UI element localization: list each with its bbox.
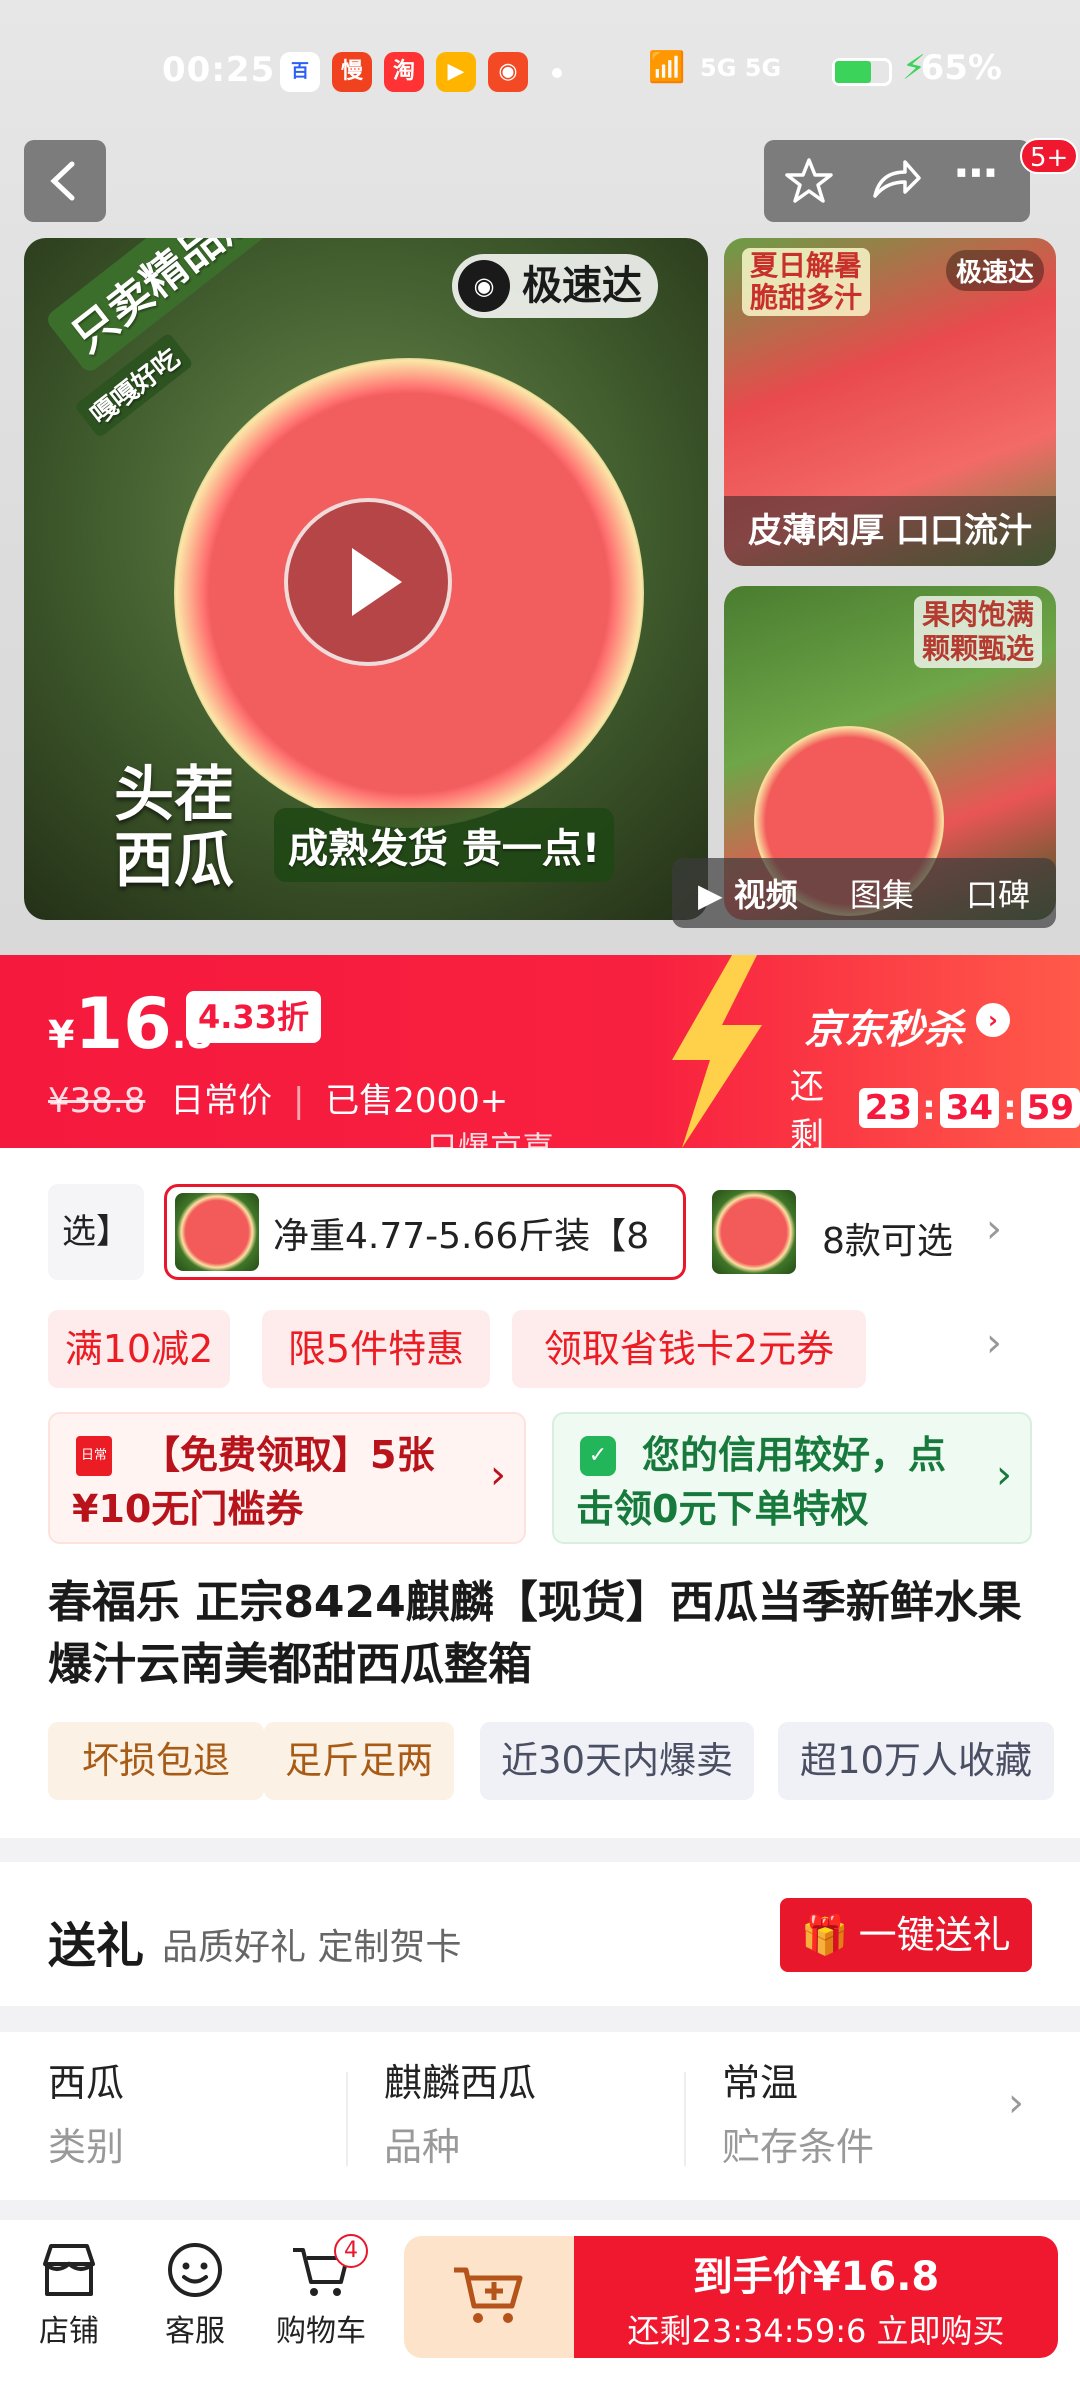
coupon-card[interactable]: 日常 【免费领取】5张¥10无门槛券 › [48, 1412, 526, 1544]
bottom-action-bar: 店铺 客服 购物车 4 到手价¥16.8 还剩23:34:59:6 立即购买 [0, 2220, 1080, 2400]
add-to-cart-button[interactable] [404, 2236, 578, 2358]
battery-level: 65% [920, 48, 1002, 88]
sold-count: 已售2000+ [325, 1081, 509, 1121]
media-title-left: 头茬 西瓜 [114, 760, 234, 896]
product-info-card: 选】 净重4.77-5.66斤装【8 8款可选 › 满10减2 限5件特惠 领取… [0, 1148, 1080, 1838]
speed-logo-icon: ◉ [458, 260, 510, 312]
signal-icon: 5G 5G [700, 54, 782, 82]
credit-privilege-card[interactable]: ✓ 您的信用较好，点击领0元下单特权 › [552, 1412, 1032, 1544]
tab-gallery[interactable]: 图集 [850, 870, 914, 916]
chevron-right-icon: › [996, 1452, 1012, 1498]
coupon-text: 【免费领取】5张¥10无门槛券 [72, 1433, 435, 1531]
notification-dot [552, 68, 562, 78]
chevron-left-icon [50, 161, 75, 201]
shop-icon [43, 2244, 95, 2296]
shop-button[interactable]: 店铺 [14, 2240, 124, 2350]
wifi-icon: 📶 [648, 50, 686, 85]
gift-title: 送礼 [48, 1918, 145, 1974]
taobao-app-icon: 淘 [384, 52, 424, 92]
favorites-tag[interactable]: 超10万人收藏 [778, 1722, 1054, 1800]
chevron-right-icon[interactable]: › [986, 1206, 1002, 1252]
side1-caption: 皮薄肉厚 口口流汁 [724, 496, 1056, 566]
promo-tag-2[interactable]: 限5件特惠 [262, 1310, 490, 1388]
hot-sale-tag[interactable]: 近30天内爆卖 [480, 1722, 754, 1800]
gallery-thumb-1[interactable]: 夏日解暑 脆甜多汁 极速达 皮薄肉厚 口口流汁 [724, 238, 1056, 566]
status-bar: 00:25 百 慢 淘 ▶ ◉ 📶 5G 5G ⚡ 65% [0, 40, 1080, 100]
buy-now-countdown: 还剩23:34:59:6 立即购买 [627, 2312, 1005, 2350]
buy-now-button[interactable]: 到手价¥16.8 还剩23:34:59:6 立即购买 [574, 2236, 1058, 2358]
sku-thumbnail [175, 1193, 259, 1271]
header-actions: ⋯ [764, 140, 1030, 222]
sku-selected-label: 净重4.77-5.66斤装【8 [273, 1216, 650, 1257]
countdown: 还剩 23 : 34 : 59 [790, 1059, 1080, 1157]
main-video-thumbnail[interactable]: 只卖精品瓜 嘎嘎好吃 ◉ 极速达 头茬 西瓜 成熟发货 贵一点! [24, 238, 708, 920]
media-title-right: 成熟发货 贵一点! [274, 808, 615, 882]
price-banner: ¥16.8 4.33折 ¥38.8 日常价 | 已售2000+ 京东秒杀 › 还… [0, 955, 1080, 1167]
customer-service-button[interactable]: 客服 [140, 2240, 250, 2350]
lightning-bolt-icon [672, 955, 762, 1148]
baidu-app-icon: 百 [280, 52, 320, 92]
service-tag-1[interactable]: 坏损包退 [48, 1722, 264, 1800]
countdown-minutes: 34 [939, 1088, 1000, 1128]
brand-logo: ◉ 极速达 [452, 254, 658, 318]
favorite-star-icon[interactable] [784, 156, 834, 206]
chevron-right-icon: › [976, 1003, 1010, 1037]
countdown-hours: 23 [858, 1088, 919, 1128]
sku-thumbnail-more[interactable] [712, 1190, 796, 1274]
service-tag-2[interactable]: 足斤足两 [264, 1722, 454, 1800]
chevron-right-icon: › [1008, 2080, 1024, 2126]
add-to-cart-icon [454, 2267, 523, 2323]
sku-option-prev[interactable]: 选】 [48, 1184, 144, 1280]
chevron-right-icon: › [490, 1452, 506, 1498]
back-button[interactable] [24, 140, 106, 222]
tab-video[interactable]: ▶ 视频 [698, 870, 798, 916]
side1-brand: 极速达 [945, 250, 1044, 291]
promo-tag-3[interactable]: 领取省钱卡2元券 [512, 1310, 866, 1388]
app-icon-man: 慢 [332, 52, 372, 92]
buy-now-price: 到手价¥16.8 [692, 2254, 940, 2300]
countdown-seconds: 59 [1020, 1088, 1080, 1128]
promo-tag-1[interactable]: 满10减2 [48, 1310, 230, 1388]
side1-tagline: 夏日解暑 脆甜多汁 [742, 248, 871, 316]
side2-tagline: 果肉饱满 颗颗甄选 [913, 596, 1042, 668]
gift-box-icon: 🎁 [801, 1913, 849, 1957]
message-badge: 5+ [1020, 138, 1079, 174]
gift-section: 送礼 品质好礼 定制贺卡 🎁 一键送礼 [0, 1862, 1080, 2006]
play-video-button[interactable] [284, 498, 452, 666]
spec-section[interactable]: 西瓜 类别 麒麟西瓜 品种 常温 贮存条件 › [0, 2032, 1080, 2200]
product-title: 春福乐 正宗8424麒麟【现货】西瓜当季新鲜水果爆汁云南美都甜西瓜整箱 [48, 1577, 1022, 1690]
news-app-icon: ◉ [488, 52, 528, 92]
more-icon[interactable]: ⋯ [954, 148, 998, 199]
status-time: 00:25 [162, 50, 276, 90]
cart-count-badge: 4 [334, 2234, 368, 2268]
cart-button[interactable]: 购物车 4 [266, 2234, 376, 2350]
one-click-gift-button[interactable]: 🎁 一键送礼 [780, 1898, 1032, 1972]
sku-more-count[interactable]: 8款可选 [822, 1212, 953, 1264]
divider [346, 2072, 348, 2166]
original-price-row: ¥38.8 日常价 | 已售2000+ [48, 1081, 509, 1121]
chevron-right-icon[interactable]: › [986, 1320, 1002, 1366]
tab-reviews[interactable]: 口碑 [966, 870, 1030, 916]
original-price-label: 日常价 [170, 1081, 273, 1121]
sku-option-selected[interactable]: 净重4.77-5.66斤装【8 [164, 1184, 686, 1280]
product-media-area: 00:25 百 慢 淘 ▶ ◉ 📶 5G 5G ⚡ 65% ⋯ 5+ 只卖精品瓜… [0, 0, 1080, 955]
chat-face-icon [168, 2243, 222, 2297]
jd-flash-sale-link[interactable]: 京东秒杀 › [804, 997, 1010, 1055]
discount-badge: 4.33折 [186, 991, 321, 1043]
media-tab-bar: ▶ 视频 图集 口碑 [672, 858, 1056, 928]
divider [684, 2072, 686, 2166]
gift-desc: 品质好礼 定制贺卡 [162, 1927, 462, 1968]
battery-icon [832, 58, 892, 86]
original-price: ¥38.8 [48, 1081, 146, 1121]
video-app-icon: ▶ [436, 52, 476, 92]
share-icon[interactable] [869, 156, 921, 206]
credit-text: 您的信用较好，点击领0元下单特权 [576, 1433, 947, 1531]
